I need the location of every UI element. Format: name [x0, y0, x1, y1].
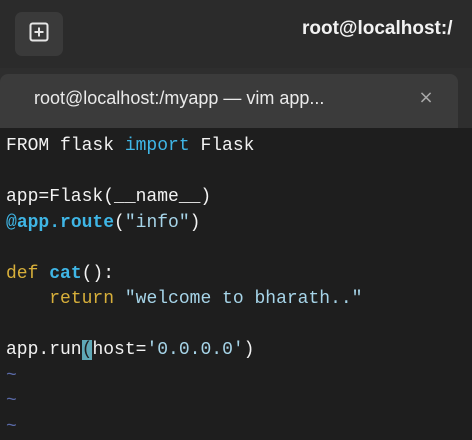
window-titlebar: root@localhost:/ [0, 0, 472, 68]
window-title: root@localhost:/ [302, 18, 453, 39]
terminal-viewport[interactable]: FROM flask import Flask app=Flask(__name… [0, 128, 472, 437]
vim-editor: FROM flask import Flask app=Flask(__name… [6, 134, 362, 440]
new-tab-icon [28, 21, 50, 47]
tab-title: root@localhost:/myapp — vim app... [34, 88, 325, 108]
code-line-3: app=Flask(__name__) [6, 187, 212, 207]
tab-vim-app[interactable]: root@localhost:/myapp — vim app... × [0, 74, 458, 128]
close-icon[interactable]: × [414, 86, 438, 110]
code-line-9: app.run(host='0.0.0.0') [6, 340, 255, 360]
code-line-4: @app.route("info") [6, 212, 201, 233]
tab-bar: root@localhost:/myapp — vim app... × [0, 68, 472, 128]
text-cursor: ( [81, 340, 93, 360]
code-line-7: return "welcome to bharath.." [49, 289, 363, 309]
empty-line-marker: ~ [6, 391, 17, 411]
code-line-6: def cat(): [6, 263, 115, 284]
new-tab-button[interactable] [15, 12, 63, 56]
empty-line-marker: ~ [6, 365, 17, 386]
code-line-1: FROM flask import Flask [6, 136, 255, 156]
